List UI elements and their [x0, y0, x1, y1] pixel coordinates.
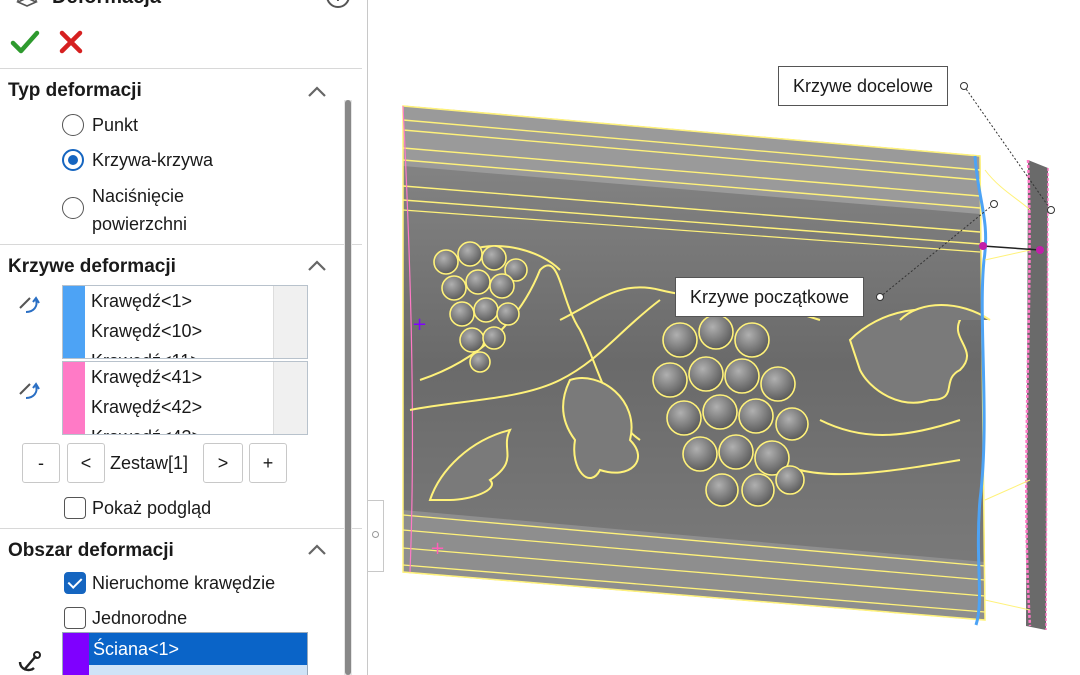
- panel-title: Deformacja: [52, 0, 161, 9]
- cancel-button[interactable]: [58, 28, 84, 56]
- model-canvas[interactable]: + +: [385, 0, 1080, 675]
- callout-target-curves[interactable]: Krzywe docelowe: [778, 66, 949, 106]
- option-label-krzywa-krzywa: Krzywa-krzywa: [92, 150, 214, 170]
- radio-krzywa-krzywa[interactable]: [62, 149, 84, 171]
- fixed-edges-label: Nieruchome krawędzie: [92, 573, 276, 593]
- grip-icon: [372, 531, 379, 538]
- divider: [0, 244, 362, 245]
- graphics-viewport[interactable]: + + Krzywe docelowe Krzywe początkowe: [385, 0, 1080, 675]
- chevron-up-icon[interactable]: [306, 542, 328, 556]
- option-label-punkt: Punkt: [92, 115, 139, 135]
- list-scrollbar[interactable]: [273, 362, 307, 434]
- leader-anchor: [960, 82, 968, 90]
- panel-scrollbar-thumb[interactable]: [345, 100, 351, 675]
- group-title-obszar-deformacji[interactable]: Obszar deformacji: [8, 540, 174, 562]
- callout-initial-curves[interactable]: Krzywe początkowe: [675, 277, 865, 317]
- panel-scrollbar[interactable]: [344, 100, 352, 675]
- initial-curves-list[interactable]: Krawędź<1> Krawędź<10> Krawędź<11>: [62, 285, 308, 359]
- list-item[interactable]: Krawędź<42>: [91, 392, 271, 422]
- uniform-label: Jednorodne: [92, 608, 188, 628]
- radio-punkt[interactable]: [62, 114, 84, 136]
- leader-anchor: [990, 200, 998, 208]
- previous-set-button[interactable]: <: [67, 443, 105, 483]
- point-marker-icon: +: [430, 538, 445, 559]
- ok-button[interactable]: [10, 28, 40, 56]
- initial-curve-icon: [19, 296, 40, 313]
- initial-curves-color-swatch: [63, 286, 85, 358]
- fixed-faces-list[interactable]: Ściana<1>: [62, 632, 308, 675]
- list-scrollbar[interactable]: [273, 286, 307, 358]
- next-set-button[interactable]: >: [203, 443, 243, 483]
- set-label: Zestaw[1]: [110, 453, 189, 473]
- target-curves-color-swatch: [63, 362, 85, 434]
- list-item[interactable]: Krawędź<43>: [91, 422, 271, 434]
- list-item[interactable]: Ściana<1>: [89, 633, 307, 665]
- option-label-nacisniecie-line1: Naciśnięcie: [92, 186, 185, 206]
- radio-nacisniecie-powierzchni[interactable]: [62, 197, 84, 219]
- fixed-face-anchor-icon: [18, 651, 41, 672]
- property-manager-panel: Deformacja i Typ deformacji Punkt Krzywa…: [0, 0, 368, 675]
- fixed-faces-color-swatch: [63, 633, 89, 675]
- group-title-typ-deformacji[interactable]: Typ deformacji: [8, 80, 142, 102]
- option-label-nacisniecie-line2: powierzchni: [92, 214, 188, 234]
- leader-anchor: [1047, 206, 1055, 214]
- chevron-up-icon[interactable]: [306, 84, 328, 98]
- divider: [0, 68, 362, 69]
- list-item[interactable]: Krawędź<11>: [91, 346, 271, 358]
- fixed-edges-checkbox[interactable]: [64, 572, 86, 594]
- show-preview-checkbox[interactable]: [64, 497, 86, 519]
- remove-set-button[interactable]: -: [22, 443, 60, 483]
- list-item[interactable]: Krawędź<10>: [91, 316, 271, 346]
- leader-anchor: [876, 293, 884, 301]
- chevron-up-icon[interactable]: [306, 258, 328, 272]
- add-set-button[interactable]: +: [249, 443, 287, 483]
- info-icon[interactable]: i: [326, 0, 350, 8]
- target-curves-list[interactable]: Krawędź<41> Krawędź<42> Krawędź<43>: [62, 361, 308, 435]
- show-preview-label: Pokaż podgląd: [92, 498, 212, 518]
- list-item[interactable]: Krawędź<41>: [91, 362, 271, 392]
- panel-header: Deformacja i: [0, 0, 367, 16]
- group-title-krzywe-deformacji[interactable]: Krzywe deformacji: [8, 256, 176, 278]
- target-curve-icon: [19, 382, 40, 399]
- divider: [0, 528, 362, 529]
- list-empty-area: [89, 665, 307, 675]
- uniform-checkbox[interactable]: [64, 607, 86, 629]
- target-curves-items: Krawędź<41> Krawędź<42> Krawędź<43>: [91, 362, 271, 434]
- initial-curves-items: Krawędź<1> Krawędź<10> Krawędź<11>: [91, 286, 271, 358]
- target-strip[interactable]: [984, 159, 1049, 631]
- list-item[interactable]: Krawędź<1>: [91, 286, 271, 316]
- deform-feature-icon: [16, 0, 38, 7]
- panel-splitter-handle[interactable]: [368, 500, 384, 572]
- origin-marker-icon: +: [412, 314, 427, 335]
